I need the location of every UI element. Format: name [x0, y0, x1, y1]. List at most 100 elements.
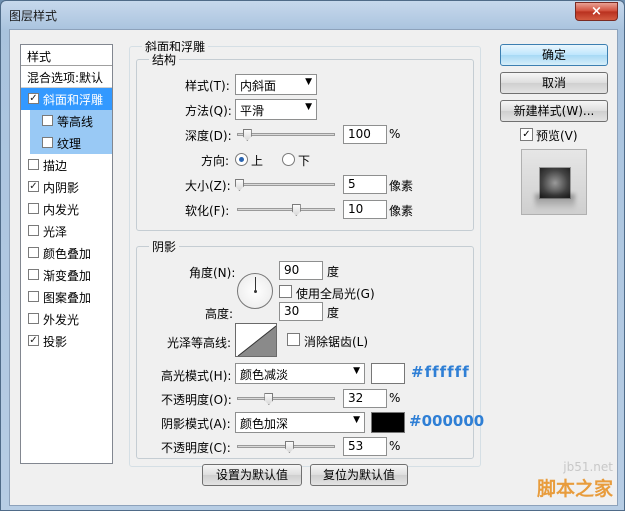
angle-input[interactable]: 90	[279, 261, 323, 280]
window-title: 图层样式	[9, 9, 58, 23]
style-item-inner-glow[interactable]: 内发光	[21, 198, 112, 220]
inner-glow-checkbox[interactable]	[28, 203, 39, 214]
style-item-label: 描边	[43, 159, 68, 173]
preview-shadow	[535, 194, 575, 210]
size-slider[interactable]	[234, 179, 335, 191]
pattern-overlay-checkbox[interactable]	[28, 291, 39, 302]
shadow-mode-label: 阴影模式(A):	[161, 417, 231, 431]
soften-unit: 像素	[389, 204, 414, 218]
outer-glow-checkbox[interactable]	[28, 313, 39, 324]
new-style-button[interactable]: 新建样式(W)...	[500, 100, 608, 122]
slider-thumb[interactable]	[284, 441, 294, 453]
style-item-contour[interactable]: 等高线	[30, 110, 112, 132]
technique-select[interactable]: 平滑 ▼	[235, 99, 317, 120]
style-item-gradient-overlay[interactable]: 渐变叠加	[21, 264, 112, 286]
style-label: 样式(T):	[185, 79, 230, 93]
altitude-input[interactable]: 30	[279, 302, 323, 321]
contour-checkbox[interactable]	[42, 115, 53, 126]
angle-unit: 度	[327, 265, 340, 279]
style-item-label: 渐变叠加	[43, 269, 92, 283]
dropdown-arrow-icon: ▼	[305, 102, 312, 112]
style-list-header[interactable]: 样式	[21, 45, 112, 66]
style-item-label: 投影	[43, 335, 68, 349]
shadow-mode-select[interactable]: 颜色加深 ▼	[235, 412, 365, 433]
soften-slider[interactable]	[237, 204, 335, 216]
dropdown-arrow-icon: ▼	[353, 366, 360, 376]
style-item-bevel-emboss[interactable]: ✓ 斜面和浮雕	[21, 88, 112, 110]
style-item-texture[interactable]: 纹理	[30, 132, 112, 154]
style-preview-thumbnail	[521, 149, 587, 215]
shadow-mode-value: 颜色加深	[240, 417, 289, 431]
style-item-label: 纹理	[57, 137, 82, 151]
size-label: 大小(Z):	[185, 179, 231, 193]
technique-value: 平滑	[240, 104, 265, 118]
style-item-drop-shadow[interactable]: ✓ 投影	[21, 330, 112, 352]
drop-shadow-checkbox[interactable]: ✓	[28, 335, 39, 346]
highlight-color-swatch[interactable]	[371, 363, 405, 384]
highlight-mode-select[interactable]: 颜色减淡 ▼	[235, 363, 365, 384]
style-item-satin[interactable]: 光泽	[21, 220, 112, 242]
style-item-label: 内阴影	[43, 181, 80, 195]
global-light-checkbox[interactable]	[279, 285, 292, 298]
angle-label: 角度(N):	[189, 266, 236, 280]
make-default-button[interactable]: 设置为默认值	[202, 464, 302, 486]
slider-thumb[interactable]	[264, 393, 274, 405]
highlight-hex-label: #ffffff	[411, 363, 470, 381]
angle-dial[interactable]	[237, 273, 273, 309]
preview-checkbox[interactable]: ✓	[520, 128, 533, 141]
ok-button[interactable]: 确定	[500, 44, 608, 66]
blend-options-item[interactable]: 混合选项:默认	[21, 66, 112, 88]
style-item-label: 外发光	[43, 313, 80, 327]
direction-down-label: 下	[298, 154, 311, 168]
slider-thumb[interactable]	[234, 179, 244, 191]
shadow-opacity-input[interactable]: 53	[343, 437, 387, 456]
slider-thumb[interactable]	[291, 204, 301, 216]
highlight-opacity-slider[interactable]	[237, 393, 335, 405]
style-item-inner-shadow[interactable]: ✓ 内阴影	[21, 176, 112, 198]
style-item-color-overlay[interactable]: 颜色叠加	[21, 242, 112, 264]
satin-checkbox[interactable]	[28, 225, 39, 236]
depth-input[interactable]: 100	[343, 125, 387, 144]
shadow-color-swatch[interactable]	[371, 412, 405, 433]
inner-shadow-checkbox[interactable]: ✓	[28, 181, 39, 192]
reset-default-button[interactable]: 复位为默认值	[310, 464, 408, 486]
dropdown-arrow-icon: ▼	[353, 415, 360, 425]
size-input[interactable]: 5	[343, 175, 387, 194]
gloss-contour-picker[interactable]	[235, 323, 277, 357]
color-overlay-checkbox[interactable]	[28, 247, 39, 258]
stroke-checkbox[interactable]	[28, 159, 39, 170]
depth-unit: %	[389, 127, 401, 141]
depth-label: 深度(D):	[185, 129, 232, 143]
depth-slider[interactable]	[237, 129, 335, 141]
slider-track	[237, 397, 335, 400]
style-item-label: 等高线	[57, 115, 94, 129]
size-unit: 像素	[389, 179, 414, 193]
style-item-outer-glow[interactable]: 外发光	[21, 308, 112, 330]
shading-group: 阴影 角度(N): 90 度 使用全局光(G) 高度: 30 度 光泽等高线:	[136, 238, 484, 459]
layer-style-dialog: 图层样式 × 样式 混合选项:默认 ✓ 斜面和浮雕 等高线 纹理 描边 ✓ 内阴…	[0, 0, 625, 511]
bevel-style-value: 内斜面	[240, 79, 277, 93]
style-item-stroke[interactable]: 描边	[21, 154, 112, 176]
soften-input[interactable]: 10	[343, 200, 387, 219]
bevel-emboss-checkbox[interactable]: ✓	[28, 93, 39, 104]
direction-down-radio[interactable]	[282, 153, 295, 166]
direction-up-radio[interactable]	[235, 153, 248, 166]
highlight-opacity-input[interactable]: 32	[343, 389, 387, 408]
shadow-opacity-slider[interactable]	[237, 441, 335, 453]
contour-curve-icon	[237, 325, 276, 356]
dropdown-arrow-icon: ▼	[305, 77, 312, 87]
shadow-opacity-label: 不透明度(C):	[161, 441, 231, 455]
altitude-label: 高度:	[205, 307, 234, 321]
technique-label: 方法(Q):	[185, 104, 232, 118]
anti-alias-checkbox[interactable]	[287, 333, 300, 346]
slider-thumb[interactable]	[242, 129, 252, 141]
cancel-button[interactable]: 取消	[500, 72, 608, 94]
angle-center	[254, 290, 257, 293]
style-item-label: 斜面和浮雕	[43, 93, 104, 107]
gradient-overlay-checkbox[interactable]	[28, 269, 39, 280]
style-item-pattern-overlay[interactable]: 图案叠加	[21, 286, 112, 308]
altitude-unit: 度	[327, 306, 340, 320]
bevel-style-select[interactable]: 内斜面 ▼	[235, 74, 317, 95]
close-button[interactable]: ×	[575, 2, 618, 21]
texture-checkbox[interactable]	[42, 137, 53, 148]
